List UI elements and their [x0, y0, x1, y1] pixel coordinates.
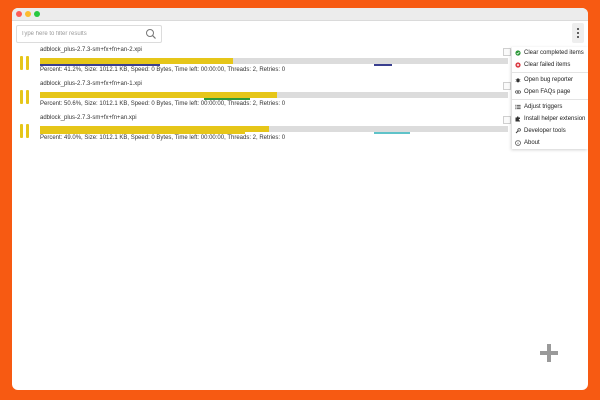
download-row[interactable]: adblock_plus-2.7.3-sm+fx+fn+an-1.xpi Per… [12, 81, 512, 115]
x-circle-icon [515, 62, 521, 68]
menu-item-developer-tools[interactable]: Developer tools [512, 125, 588, 137]
file-name: adblock_plus-2.7.3-sm+fx+fn+an.xpi [40, 115, 137, 121]
menu-item-faqs[interactable]: Open FAQs page [512, 86, 588, 98]
download-stats: Percent: 41.2%, Size: 1012.1 KB, Speed: … [40, 67, 286, 73]
maximize-window-button[interactable] [34, 11, 40, 17]
menu-item-clear-completed[interactable]: Clear completed items [512, 47, 588, 59]
menu-item-adjust-triggers[interactable]: Adjust triggers [512, 101, 588, 113]
search-icon[interactable] [145, 28, 157, 40]
row-checkbox[interactable] [503, 82, 511, 90]
menu-item-label: Clear completed items [524, 50, 584, 56]
menu-divider [512, 72, 588, 73]
bug-icon [515, 78, 521, 83]
pause-icon[interactable] [19, 56, 31, 70]
toolbar [12, 21, 588, 47]
thread-progress-1 [40, 64, 160, 66]
file-name: adblock_plus-2.7.3-sm+fx+fn+an-1.xpi [40, 81, 142, 87]
add-download-button[interactable] [540, 344, 558, 362]
menu-item-label: Open FAQs page [524, 89, 571, 95]
file-name: adblock_plus-2.7.3-sm+fx+fn+an-2.xpi [40, 47, 142, 53]
menu-divider [512, 99, 588, 100]
row-checkbox[interactable] [503, 48, 511, 56]
wrench-icon [515, 128, 521, 134]
thread-progress-2 [374, 132, 410, 134]
list-icon [515, 104, 521, 110]
menu-item-label: Install helper extension [524, 116, 586, 122]
pause-icon[interactable] [19, 90, 31, 104]
progress-bar [40, 92, 508, 98]
menu-item-install-helper[interactable]: Install helper extension [512, 113, 588, 125]
menu-item-label: Developer tools [524, 128, 566, 134]
search-box[interactable] [16, 25, 162, 43]
menu-item-label: Adjust triggers [524, 104, 563, 110]
menu-item-label: About [524, 140, 540, 146]
check-circle-icon [515, 50, 521, 56]
more-menu-button[interactable] [572, 23, 584, 43]
menu-item-clear-failed[interactable]: Clear failed items [512, 59, 588, 71]
app-window: adblock_plus-2.7.3-sm+fx+fn+an-2.xpi Per… [12, 8, 588, 390]
close-window-button[interactable] [16, 11, 22, 17]
download-stats: Percent: 50.6%, Size: 1012.1 KB, Speed: … [40, 101, 286, 107]
row-checkbox[interactable] [503, 116, 511, 124]
thread-progress-1 [40, 132, 245, 134]
thread-progress-2 [374, 64, 392, 66]
search-input[interactable] [21, 27, 139, 41]
pause-icon[interactable] [19, 124, 31, 138]
thread-progress-1 [204, 98, 250, 100]
options-menu: Clear completed items Clear failed items… [512, 47, 588, 149]
download-list: adblock_plus-2.7.3-sm+fx+fn+an-2.xpi Per… [12, 47, 512, 149]
title-bar [12, 8, 588, 21]
menu-item-label: Open bug reporter [524, 77, 574, 83]
menu-item-bug-reporter[interactable]: Open bug reporter [512, 74, 588, 86]
link-icon [515, 90, 521, 94]
menu-item-label: Clear failed items [524, 62, 571, 68]
menu-item-about[interactable]: About [512, 137, 588, 149]
minimize-window-button[interactable] [25, 11, 31, 17]
info-icon [515, 140, 521, 146]
download-row[interactable]: adblock_plus-2.7.3-sm+fx+fn+an-2.xpi Per… [12, 47, 512, 81]
puzzle-icon [515, 116, 520, 122]
download-row[interactable]: adblock_plus-2.7.3-sm+fx+fn+an.xpi Perce… [12, 115, 512, 149]
download-stats: Percent: 49.0%, Size: 1012.1 KB, Speed: … [40, 135, 286, 141]
